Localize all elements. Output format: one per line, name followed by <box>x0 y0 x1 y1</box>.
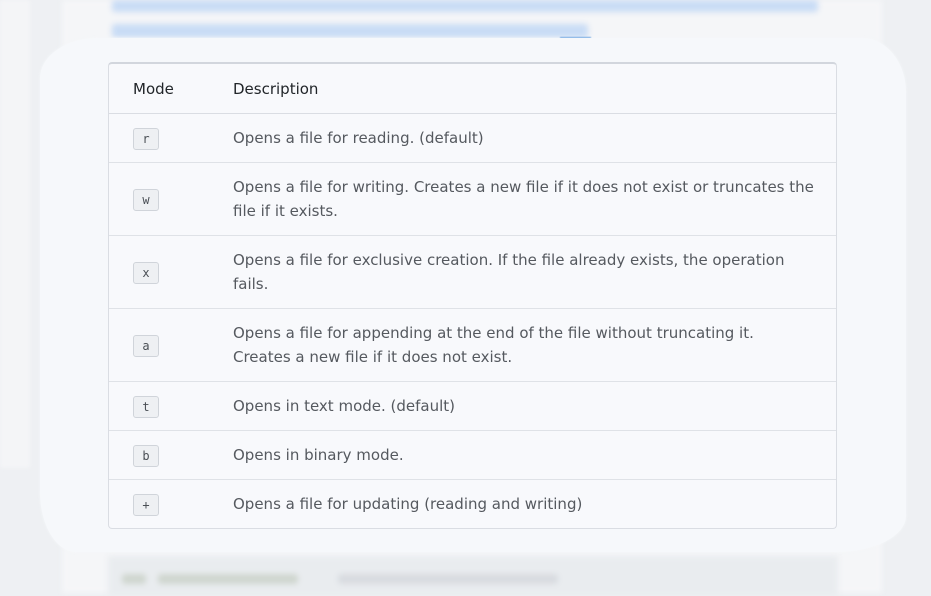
description-cell: Opens a file for reading. (default) <box>233 114 836 163</box>
mode-cell: r <box>109 114 233 163</box>
mode-cell: w <box>109 163 233 236</box>
description-cell: Opens a file for updating (reading and w… <box>233 495 583 513</box>
description-cell: Opens a file for writing. Creates a new … <box>233 163 836 236</box>
table-row: + Opens a file for updating (reading and… <box>109 480 836 528</box>
background-next-block <box>108 556 838 596</box>
mode-cell: b <box>109 431 233 480</box>
selected-text-highlight <box>112 24 588 38</box>
table-row: w Opens a file for writing. Creates a ne… <box>109 163 836 236</box>
mode-code: w <box>133 189 159 211</box>
mode-code: b <box>133 445 159 467</box>
file-modes-table: Mode Description r Opens a file for read… <box>108 62 837 529</box>
mode-cell: a <box>109 309 233 382</box>
mode-code: + <box>133 494 159 516</box>
mode-cell: t <box>109 382 233 431</box>
table-row: t Opens in text mode. (default) <box>109 382 836 431</box>
description-cell: Opens a file for appending at the end of… <box>233 309 836 382</box>
mode-cell: + <box>109 480 233 528</box>
description-cell: Opens a file for exclusive creation. If … <box>233 236 836 309</box>
table-header-row: Mode Description <box>109 64 836 114</box>
mode-cell: x <box>109 236 233 309</box>
table-row: a Opens a file for appending at the end … <box>109 309 836 382</box>
mode-code: r <box>133 128 159 150</box>
mode-code: a <box>133 335 159 357</box>
background-sidebar <box>0 0 30 468</box>
selected-text-highlight <box>112 0 818 12</box>
table-row: r Opens a file for reading. (default) <box>109 114 836 163</box>
mode-code: x <box>133 262 159 284</box>
table-row: x Opens a file for exclusive creation. I… <box>109 236 836 309</box>
description-cell: Opens in binary mode. <box>233 431 836 480</box>
mode-code: t <box>133 396 159 418</box>
table-row: b Opens in binary mode. <box>109 431 836 480</box>
header-description: Description <box>233 64 836 114</box>
header-mode: Mode <box>109 64 233 114</box>
description-cell: Opens in text mode. (default) <box>233 382 836 431</box>
